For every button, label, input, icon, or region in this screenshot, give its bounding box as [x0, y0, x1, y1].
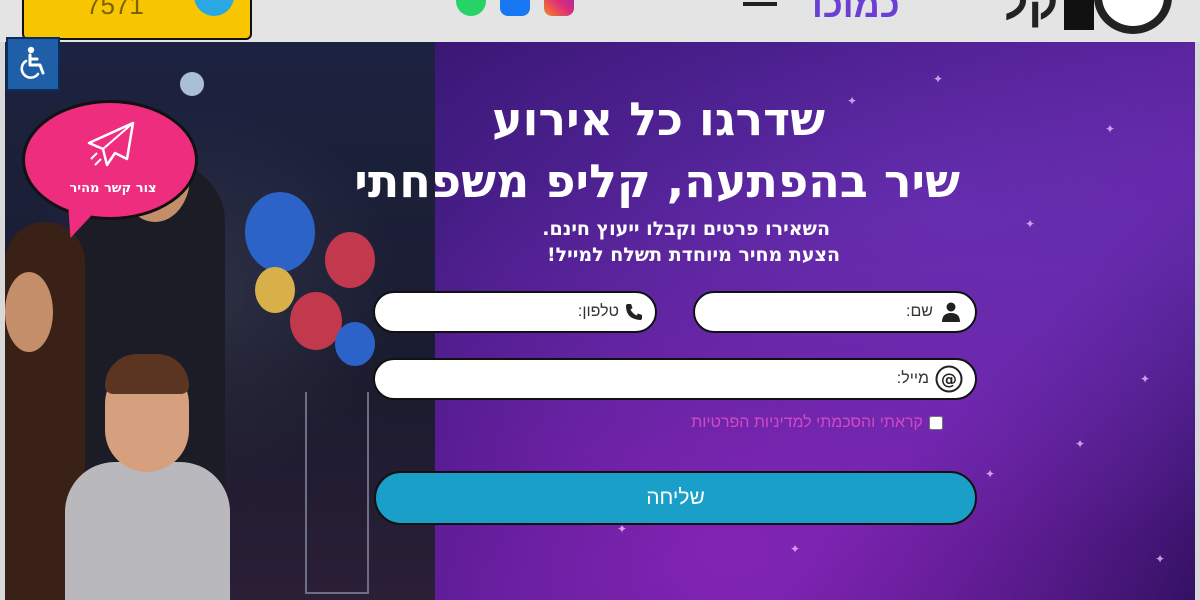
email-field[interactable]: @ מייל:	[373, 358, 977, 400]
privacy-checkbox[interactable]	[929, 416, 943, 430]
quick-contact-label: צור קשר מהיר	[69, 181, 157, 196]
phone-label: טלפון:	[577, 303, 619, 320]
logo-circle	[1094, 0, 1172, 34]
quick-contact-button[interactable]: צור קשר מהיר	[22, 100, 198, 220]
headline-line-2: שיר בהפתעה, קליפ משפחתי	[354, 154, 960, 208]
name-input[interactable]	[695, 294, 906, 330]
instagram-icon[interactable]	[544, 0, 574, 16]
subheadline-line-1: השאירו פרטים וקבלו ייעוץ חינם.	[542, 218, 830, 240]
email-input[interactable]	[375, 361, 897, 397]
hero-section: ✦ ✦ ✦ ✦ ✦ ✦ ✦ ✦ ✦ ✦ שדרגו כל אירוע שיר ב…	[5, 42, 1195, 600]
phone-box[interactable]: 7571	[22, 0, 252, 40]
headline-line-1: שדרגו כל אירוע	[491, 92, 825, 146]
name-label: שם:	[906, 303, 933, 320]
logo-text: קל	[1002, 0, 1059, 29]
svg-text:@: @	[941, 370, 957, 389]
email-label: מייל:	[896, 370, 929, 387]
phone-input[interactable]	[366, 294, 578, 330]
facebook-icon[interactable]	[500, 0, 530, 16]
phone-icon	[625, 298, 643, 326]
at-sign-icon: @	[935, 365, 963, 393]
subheadline-line-2: הצעת מחיר מיוחדת תשלח למייל!	[547, 244, 840, 266]
accessibility-button[interactable]	[6, 37, 60, 91]
telegram-icon[interactable]	[194, 0, 234, 16]
menu-icon[interactable]	[743, 0, 777, 8]
phone-field[interactable]: טלפון:	[366, 291, 657, 333]
paper-plane-icon	[85, 119, 137, 175]
user-icon	[939, 298, 963, 326]
phone-number: 7571	[86, 0, 144, 20]
top-bar: 7571 כמוכו קל	[0, 0, 1200, 42]
logo-sub-text: כמוכו	[812, 0, 900, 25]
privacy-consent[interactable]: קראתי והסכמתי למדיניות הפרטיות	[691, 414, 943, 432]
whatsapp-icon[interactable]	[456, 0, 486, 16]
submit-button[interactable]: שליחה	[374, 471, 977, 525]
wheelchair-icon	[16, 45, 50, 83]
privacy-consent-label[interactable]: קראתי והסכמתי למדיניות הפרטיות	[691, 414, 923, 432]
name-field[interactable]: שם:	[693, 291, 977, 333]
logo-mark[interactable]	[1064, 0, 1094, 30]
